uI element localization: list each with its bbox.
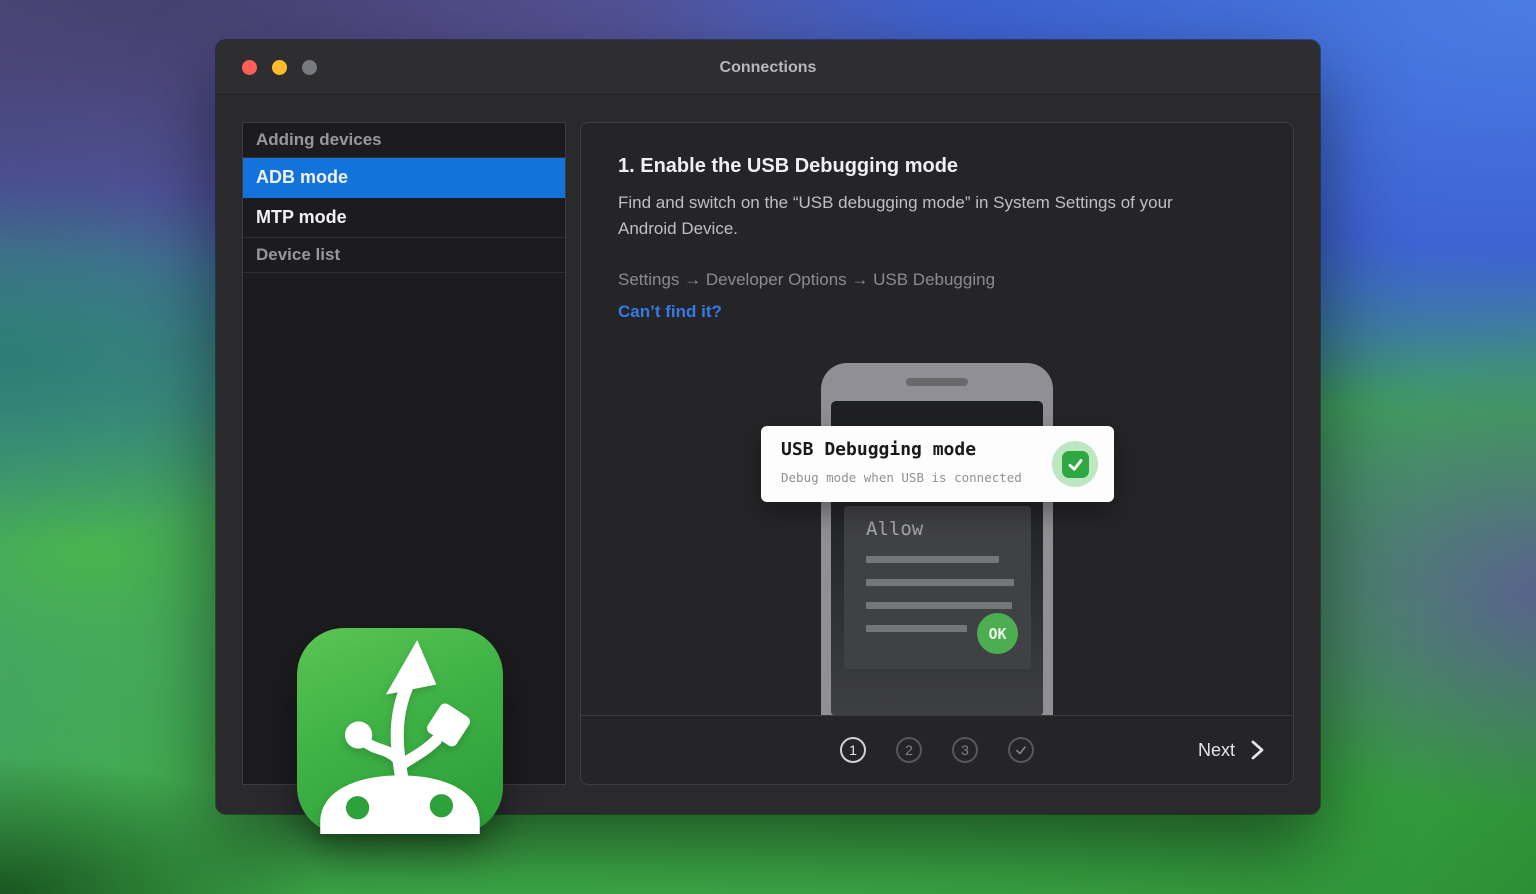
- skeleton-line: [866, 579, 1014, 586]
- ok-button: OK: [977, 613, 1018, 654]
- window-title: Connections: [719, 59, 817, 76]
- desktop-wallpaper: Connections Adding devices ADB mode MTP …: [0, 0, 1536, 894]
- next-button[interactable]: Next: [1198, 739, 1267, 761]
- step-indicator-3[interactable]: 3: [952, 737, 978, 763]
- skeleton-line: [866, 556, 999, 563]
- allow-dialog: Allow OK: [844, 506, 1031, 669]
- phone-speaker: [906, 378, 968, 386]
- phone-illustration: Allow OK: [821, 363, 1053, 715]
- step-title: 1. Enable the USB Debugging mode: [618, 155, 959, 177]
- wizard-footer: 1 2 3 Next: [581, 715, 1293, 784]
- usb-debug-checkbox: [1052, 441, 1098, 487]
- sidebar-header-adding-devices: Adding devices: [243, 123, 565, 158]
- step-indicator-done[interactable]: [1008, 737, 1034, 763]
- step-description: Find and switch on the “USB debugging mo…: [618, 193, 1173, 238]
- allow-label: Allow: [866, 518, 924, 540]
- step-content: 1. Enable the USB Debugging mode Find an…: [581, 123, 1293, 715]
- macdroid-app-icon[interactable]: [297, 628, 503, 834]
- settings-path: Settings → Developer Options → USB Debug…: [618, 270, 996, 289]
- usb-debug-card-subtitle: Debug mode when USB is connected: [781, 470, 1022, 485]
- titlebar[interactable]: Connections: [216, 40, 1320, 95]
- next-label: Next: [1197, 739, 1235, 760]
- usb-debug-card-title: USB Debugging mode: [781, 439, 977, 460]
- check-circle-icon: [1016, 746, 1026, 755]
- step-indicators: 1 2 3: [840, 737, 1034, 763]
- chevron-right-icon: [1251, 740, 1264, 760]
- step-indicator-2[interactable]: 2: [896, 737, 922, 763]
- sidebar-header-device-list: Device list: [243, 238, 565, 273]
- cant-find-it-link[interactable]: Can’t find it?: [618, 302, 722, 322]
- main-panel: 1. Enable the USB Debugging mode Find an…: [580, 122, 1294, 785]
- usb-debug-card: USB Debugging mode Debug mode when USB i…: [761, 426, 1114, 502]
- skeleton-line: [866, 602, 1012, 609]
- sidebar-item-adb-mode[interactable]: ADB mode: [243, 158, 565, 198]
- step-indicator-1[interactable]: 1: [840, 737, 866, 763]
- skeleton-line: [866, 625, 967, 632]
- sidebar-item-mtp-mode[interactable]: MTP mode: [243, 198, 565, 238]
- check-icon: [1061, 450, 1089, 478]
